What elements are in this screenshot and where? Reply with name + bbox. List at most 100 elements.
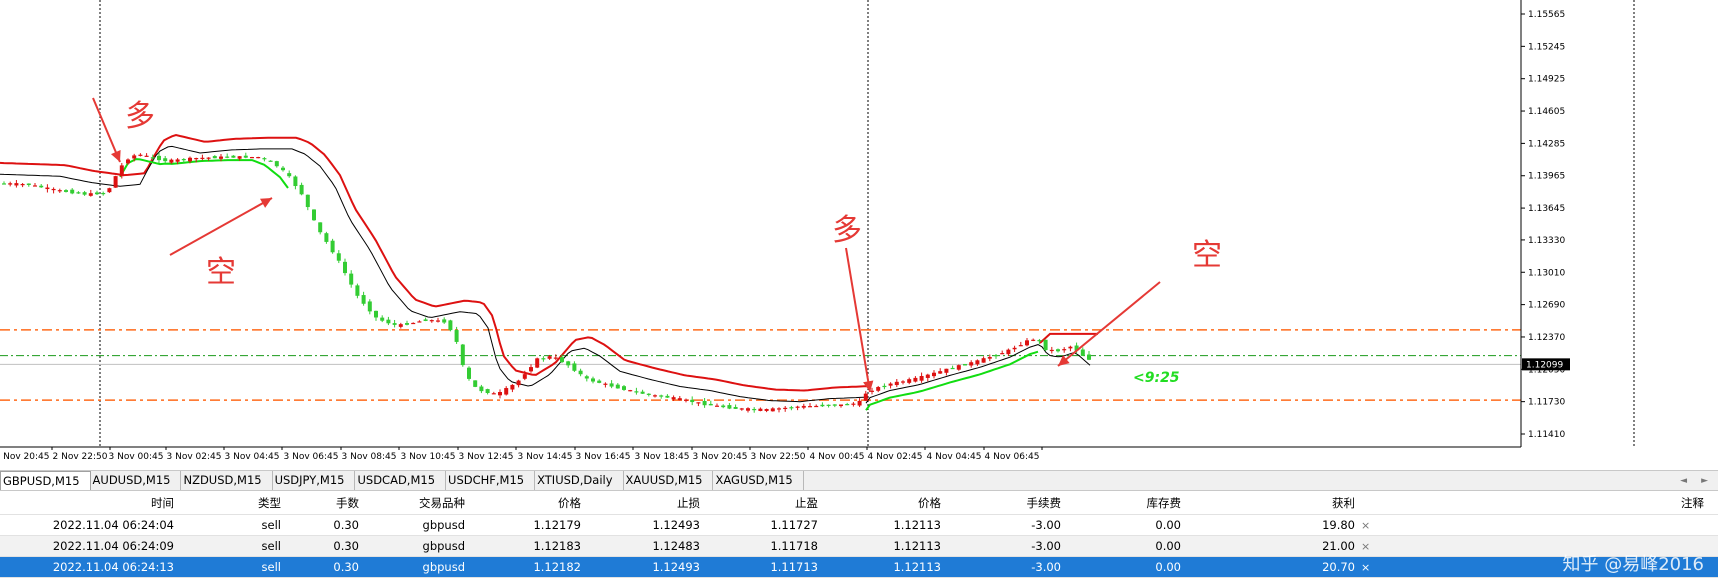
candle-body: [894, 381, 899, 386]
candle-body: [715, 405, 719, 407]
candle-body: [814, 405, 819, 408]
tab-xagusd-m15[interactable]: XAGUSD,M15: [713, 471, 804, 490]
candle-body: [690, 399, 695, 403]
header-symbol[interactable]: 交易品种: [363, 491, 469, 514]
candle-body: [88, 193, 93, 196]
candle-body: [237, 156, 242, 159]
order-sl: 1.12493: [652, 560, 700, 574]
candle-body: [454, 330, 459, 342]
tabs-right-arrow-icon[interactable]: ►: [1701, 476, 1708, 486]
tab-usdchf-m15[interactable]: USDCHF,M15: [446, 471, 536, 490]
tab-xauusd-m15[interactable]: XAUUSD,M15: [624, 471, 714, 490]
candle-body: [1018, 345, 1023, 347]
candle-body: [950, 367, 955, 370]
tab-gbpusd-m15[interactable]: GBPUSD,M15: [0, 471, 91, 490]
header-sl[interactable]: 止损: [585, 491, 704, 514]
tab-usdcad-m15[interactable]: USDCAD,M15: [355, 471, 447, 490]
chart-canvas[interactable]: 多空 多空 <9:25 1.15565 1.15245 1.14925 1.14605 1.…: [0, 0, 1718, 470]
price-label: 1.13645: [1528, 204, 1565, 214]
candle-body: [1025, 340, 1029, 346]
close-order-icon[interactable]: ×: [1359, 515, 1377, 535]
candle-body: [1087, 354, 1091, 360]
lower-band-line: [865, 350, 1039, 411]
header-profit[interactable]: 获利: [1185, 491, 1359, 514]
order-price: 1.12179: [533, 518, 581, 532]
time-label: 3 Nov 06:45: [284, 452, 339, 462]
candle-body: [956, 365, 961, 370]
current-price-label: 1.12099: [1526, 360, 1563, 370]
candle-body: [516, 380, 521, 386]
candle-body: [987, 357, 992, 359]
candle-body: [336, 253, 341, 261]
annotation-short-2: 空: [1192, 238, 1222, 273]
tab-xtiusd-daily[interactable]: XTIUSD,Daily: [535, 471, 624, 490]
candle-body: [467, 367, 471, 379]
order-row[interactable]: 2022.11.04 06:24:09 sell 0.30 gbpusd 1.12183…: [0, 536, 1718, 557]
tab-nzdusd-m15[interactable]: NZDUSD,M15: [181, 471, 273, 490]
header-comment[interactable]: 注释: [1377, 491, 1718, 514]
candle-body: [8, 183, 13, 185]
candle-body: [615, 384, 620, 389]
candle-body: [460, 344, 465, 366]
candle-body: [522, 374, 527, 379]
close-order-icon[interactable]: ×: [1359, 536, 1377, 556]
candle-body: [653, 395, 657, 397]
candle-body: [634, 391, 639, 393]
time-label: 3 Nov 22:50: [751, 452, 806, 462]
candle-body: [200, 157, 205, 159]
candle-body: [2, 183, 6, 185]
time-label: 3 Nov 04:45: [225, 452, 280, 462]
order-lots: 0.30: [333, 539, 359, 553]
price-chart[interactable]: 多空 多空 <9:25 1.15565 1.15245 1.14925 1.14605 1.…: [0, 0, 1718, 470]
header-swap[interactable]: 库存费: [1065, 491, 1185, 514]
candle-body: [919, 376, 924, 381]
close-order-icon[interactable]: ×: [1359, 557, 1377, 577]
candle-body: [107, 188, 112, 193]
header-commission[interactable]: 手续费: [945, 491, 1065, 514]
candle-body: [119, 165, 124, 177]
tab-usdjpy-m15[interactable]: USDJPY,M15: [273, 471, 356, 490]
time-label: 3 Nov 16:45: [576, 452, 631, 462]
candle-body: [907, 379, 912, 383]
annotation-arrow: [1057, 281, 1161, 367]
time-label: 3 Nov 08:45: [342, 452, 397, 462]
order-commission: -3.00: [1031, 518, 1061, 532]
candle-body: [684, 399, 688, 401]
tab-audusd-m15[interactable]: AUDUSD,M15: [91, 471, 182, 490]
candle-body: [293, 176, 298, 187]
candle-body: [541, 358, 546, 360]
time-label: 3 Nov 00:45: [109, 452, 164, 462]
order-row[interactable]: 2022.11.04 06:24:04 sell 0.30 gbpusd 1.12179…: [0, 515, 1718, 536]
candle-body: [913, 377, 918, 382]
candle-body: [212, 156, 217, 159]
candle-body: [411, 322, 416, 325]
price-label: 1.15245: [1528, 42, 1565, 52]
time-label: 3 Nov 14:45: [518, 452, 573, 462]
order-price: 1.12183: [533, 539, 581, 553]
candle-body: [839, 404, 843, 407]
candle-body: [312, 209, 316, 221]
candle-body: [578, 370, 583, 375]
order-sl: 1.12493: [652, 518, 700, 532]
header-price[interactable]: 价格: [469, 491, 585, 514]
candle-body: [343, 261, 347, 274]
header-type[interactable]: 类型: [178, 491, 285, 514]
candle-body: [994, 355, 998, 357]
candle-body: [702, 400, 707, 406]
header-lots[interactable]: 手数: [285, 491, 363, 514]
order-sl: 1.12483: [652, 539, 700, 553]
order-symbol: gbpusd: [422, 560, 465, 574]
order-swap: 0.00: [1155, 539, 1181, 553]
candle-body: [305, 194, 310, 208]
tabs-left-arrow-icon[interactable]: ◄: [1680, 476, 1687, 486]
order-lots: 0.30: [333, 560, 359, 574]
candle-body: [671, 397, 676, 400]
header-tp[interactable]: 止盈: [704, 491, 822, 514]
header-current-price[interactable]: 价格: [822, 491, 945, 514]
order-row[interactable]: 2022.11.04 06:24:13 sell 0.30 gbpusd 1.12182…: [0, 557, 1718, 578]
candle-body: [392, 323, 397, 325]
header-time[interactable]: 时间: [0, 491, 178, 514]
upper-band-line: [0, 133, 869, 392]
price-label: 1.14925: [1528, 75, 1565, 85]
candle-body: [206, 157, 211, 159]
